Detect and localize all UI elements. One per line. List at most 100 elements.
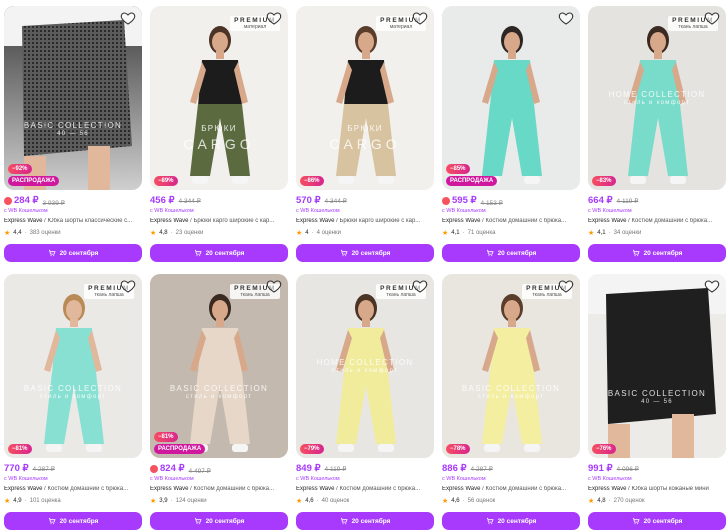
product-title[interactable]: Express Wave / Юбка шорты классические с… xyxy=(4,218,142,226)
price-value: 664 ₽ xyxy=(588,195,613,206)
product-card[interactable]: −85% РАСПРОДАЖА 595 ₽ 4 153 ₽ с WB Кошел… xyxy=(442,6,580,262)
product-photo[interactable]: PREMIUM ткань лапша BASIC COLLECTION сти… xyxy=(150,274,288,458)
photo-subcaption: 40 — 56 xyxy=(57,131,89,137)
product-photo-figure xyxy=(482,26,542,184)
brand-name: Express Wave xyxy=(588,218,627,224)
add-to-cart-button[interactable]: 20 сентября xyxy=(4,512,142,530)
rating-value: 4,6 xyxy=(305,498,314,504)
sale-badge: РАСПРОДАЖА xyxy=(446,176,498,186)
price: 284 ₽ xyxy=(4,195,39,206)
heart-icon[interactable] xyxy=(120,10,136,26)
rating-value: 4,1 xyxy=(597,230,606,236)
delivery-date-label: 20 сентября xyxy=(205,249,245,257)
delivery-date-label: 20 сентября xyxy=(59,249,99,257)
rating: ★ 3,9 · 124 оценки xyxy=(150,497,288,505)
product-photo[interactable]: PREMIUM ткань лапша BASIC COLLECTION сти… xyxy=(442,274,580,458)
price: 595 ₽ xyxy=(442,195,477,206)
heart-icon[interactable] xyxy=(558,278,574,294)
product-photo[interactable]: PREMIUM материал БРЮКИ CARGO −89% xyxy=(150,6,288,190)
wallet-note: с WB Кошельком xyxy=(442,476,486,482)
add-to-cart-button[interactable]: 20 сентября xyxy=(4,244,142,262)
product-title[interactable]: Express Wave / Костюм домашний с брюка..… xyxy=(588,218,726,226)
price-value: 770 ₽ xyxy=(4,463,29,474)
heart-icon[interactable] xyxy=(412,278,428,294)
rating-separator: · xyxy=(170,230,173,236)
photo-subcaption: стиль и комфорт xyxy=(185,394,253,400)
product-title[interactable]: Express Wave / Костюм домашний с брюка..… xyxy=(442,486,580,494)
heart-icon[interactable] xyxy=(266,10,282,26)
heart-icon[interactable] xyxy=(558,10,574,26)
add-to-cart-button[interactable]: 20 сентября xyxy=(150,512,288,530)
product-card[interactable]: PREMIUM ткань лапша BASIC COLLECTION сти… xyxy=(4,274,142,530)
product-photo-figure xyxy=(482,294,542,452)
product-title[interactable]: Express Wave / Костюм домашний с брюка..… xyxy=(150,486,288,494)
product-photo[interactable]: PREMIUM ткань лапша HOME COLLECTION стил… xyxy=(296,274,434,458)
price: 456 ₽ xyxy=(150,195,175,206)
product-photo[interactable]: PREMIUM ткань лапша HOME COLLECTION стил… xyxy=(588,6,726,190)
product-card[interactable]: PREMIUM материал БРЮКИ CARGO −86% 570 ₽ … xyxy=(296,6,434,262)
star-icon: ★ xyxy=(296,230,303,237)
product-title[interactable]: Express Wave / Костюм домашний с брюка..… xyxy=(442,218,580,226)
product-card[interactable]: BASIC COLLECTION 40 — 56 −92% РАСПРОДАЖА… xyxy=(4,6,142,262)
product-photo-figure xyxy=(44,294,104,452)
badges: −92% РАСПРОДАЖА xyxy=(8,164,60,186)
add-to-cart-button[interactable]: 20 сентября xyxy=(296,244,434,262)
product-grid: BASIC COLLECTION 40 — 56 −92% РАСПРОДАЖА… xyxy=(4,6,726,530)
cart-icon xyxy=(48,249,56,257)
product-name: Костюм домашний с брюка... xyxy=(631,218,713,224)
rating-value: 4,4 xyxy=(13,230,22,236)
reviews-count: 101 оценка xyxy=(29,498,61,504)
heart-icon[interactable] xyxy=(266,278,282,294)
add-to-cart-button[interactable]: 20 сентября xyxy=(442,512,580,530)
product-photo-figure xyxy=(190,294,250,452)
discount-badge: −89% xyxy=(154,176,178,186)
product-card[interactable]: PREMIUM ткань лапша BASIC COLLECTION сти… xyxy=(150,274,288,530)
product-title[interactable]: Express Wave / Юбка шорты кожаные мини xyxy=(588,486,726,494)
badges: −79% xyxy=(300,444,324,454)
rating-value: 4,9 xyxy=(13,498,22,504)
discount-badge: −85% xyxy=(446,164,470,174)
wallet-note: с WB Кошельком xyxy=(150,476,194,482)
heart-icon[interactable] xyxy=(704,278,720,294)
discount-badge: −81% xyxy=(8,444,32,454)
add-to-cart-button[interactable]: 20 сентября xyxy=(296,512,434,530)
star-icon: ★ xyxy=(150,498,157,505)
product-card[interactable]: PREMIUM ткань лапша BASIC COLLECTION сти… xyxy=(442,274,580,530)
reviews-count: 71 оценка xyxy=(467,230,496,236)
add-to-cart-button[interactable]: 20 сентября xyxy=(588,512,726,530)
product-photo[interactable]: BASIC COLLECTION 40 — 56 −92% РАСПРОДАЖА xyxy=(4,6,142,190)
price-row: 824 ₽ 4 497 ₽ xyxy=(150,463,288,475)
product-card[interactable]: BASIC COLLECTION 40 — 56 −76% 991 ₽ 4 09… xyxy=(588,274,726,530)
product-photo[interactable]: −85% РАСПРОДАЖА xyxy=(442,6,580,190)
product-title[interactable]: Express Wave / Костюм домашний с брюка..… xyxy=(4,486,142,494)
price-value: 456 ₽ xyxy=(150,195,175,206)
price: 664 ₽ xyxy=(588,195,613,206)
heart-icon[interactable] xyxy=(120,278,136,294)
rating-value: 3,9 xyxy=(159,498,168,504)
product-title[interactable]: Express Wave / Брюки карго широкие с кар… xyxy=(296,218,434,226)
product-title[interactable]: Express Wave / Костюм домашний с брюка..… xyxy=(296,486,434,494)
product-card[interactable]: PREMIUM ткань лапша HOME COLLECTION стил… xyxy=(588,6,726,262)
product-photo[interactable]: PREMIUM ткань лапша BASIC COLLECTION сти… xyxy=(4,274,142,458)
price-value: 886 ₽ xyxy=(442,463,467,474)
product-card[interactable]: PREMIUM материал БРЮКИ CARGO −89% 456 ₽ … xyxy=(150,6,288,262)
product-card[interactable]: PREMIUM ткань лапша HOME COLLECTION стил… xyxy=(296,274,434,530)
rating-value: 4 xyxy=(305,230,309,236)
reviews-count: 23 оценки xyxy=(175,230,204,236)
badges: −89% xyxy=(154,176,178,186)
add-to-cart-button[interactable]: 20 сентября xyxy=(150,244,288,262)
badges: −78% xyxy=(446,444,470,454)
delivery-date-label: 20 сентября xyxy=(59,517,99,525)
heart-icon[interactable] xyxy=(704,10,720,26)
product-photo[interactable]: PREMIUM материал БРЮКИ CARGO −86% xyxy=(296,6,434,190)
photo-caption-big: CARGO xyxy=(183,136,255,152)
product-title[interactable]: Express Wave / Брюки карго широкие с кар… xyxy=(150,218,288,226)
delivery-date-label: 20 сентября xyxy=(497,249,537,257)
add-to-cart-button[interactable]: 20 сентября xyxy=(588,244,726,262)
rating-separator: · xyxy=(462,498,465,504)
star-icon: ★ xyxy=(296,498,303,505)
heart-icon[interactable] xyxy=(412,10,428,26)
brand-name: Express Wave xyxy=(442,218,481,224)
product-photo[interactable]: BASIC COLLECTION 40 — 56 −76% xyxy=(588,274,726,458)
add-to-cart-button[interactable]: 20 сентября xyxy=(442,244,580,262)
